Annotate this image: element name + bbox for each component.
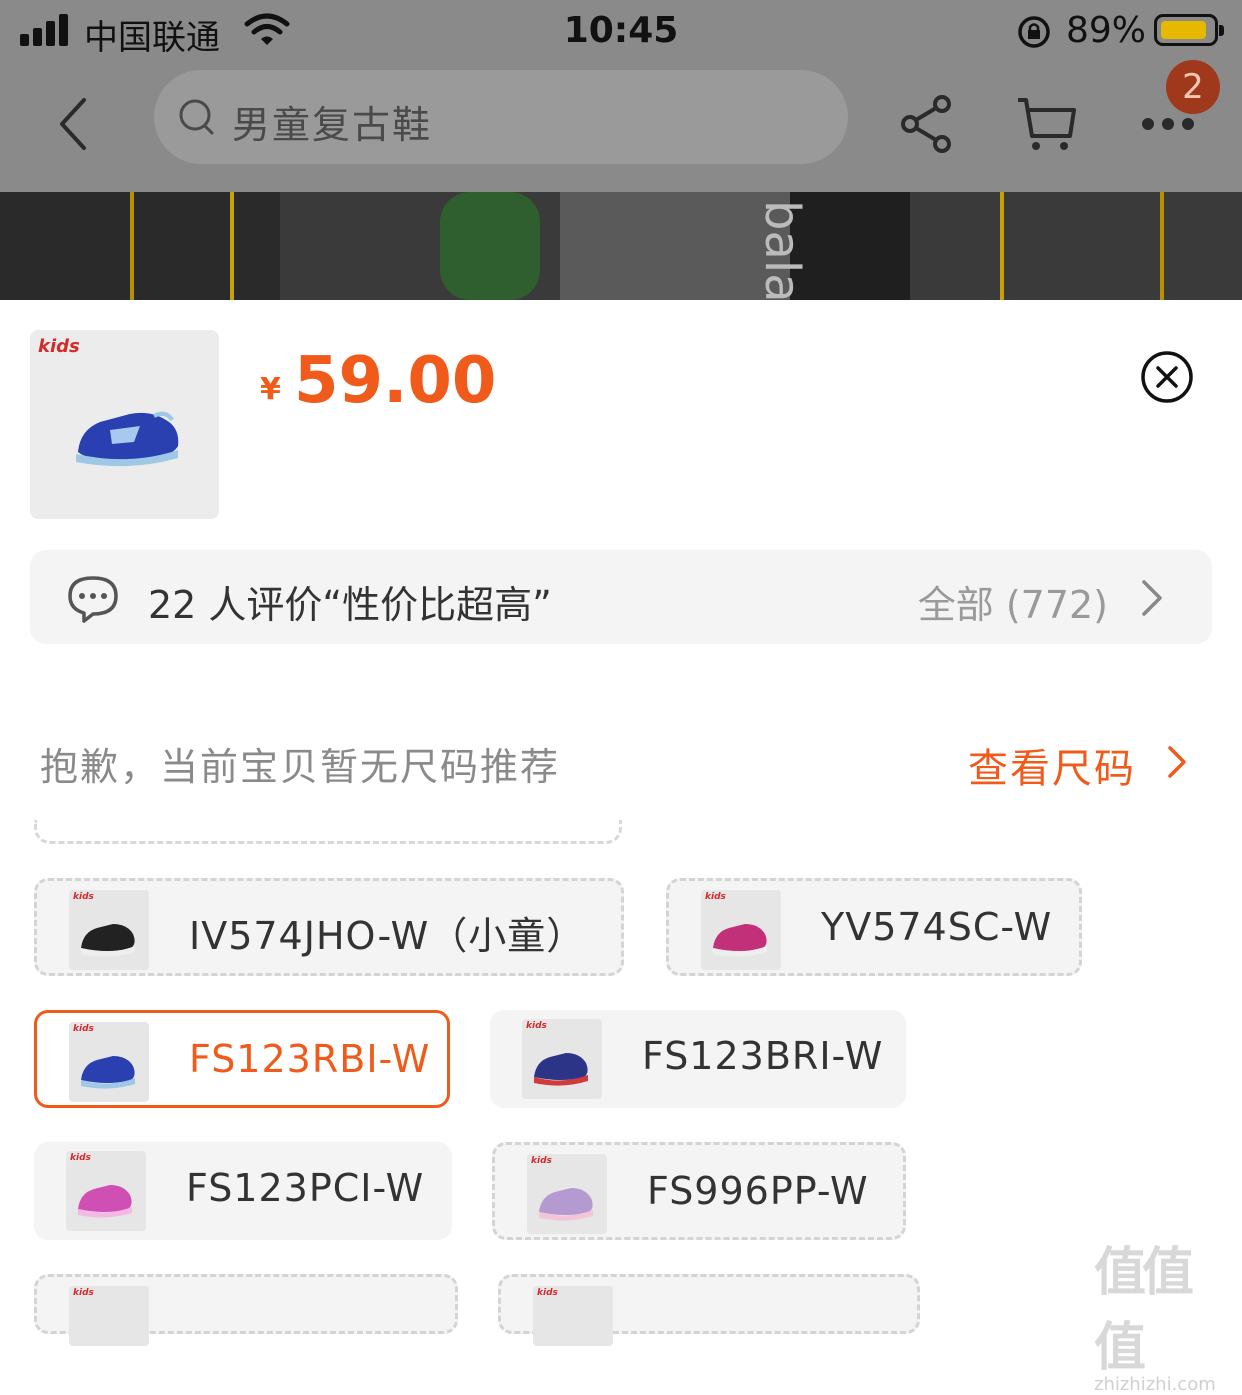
sku-shoe <box>81 1056 135 1083</box>
watermark-url: zhizhizhi.com <box>1094 1374 1216 1395</box>
dimmed-background: 中国联通 10:45 89% 男童复古鞋 2 balanc <box>0 0 1242 300</box>
sku-label: YV574SC-W <box>821 905 1053 949</box>
product-banner-image: balanc <box>0 192 1242 300</box>
view-size-chart-link[interactable]: 查看尺码 <box>968 736 1136 794</box>
sku-shoe <box>713 924 767 951</box>
share-icon[interactable] <box>898 94 956 154</box>
more-icon[interactable] <box>1140 114 1196 134</box>
sku-label: FS123RBI-W <box>189 1037 431 1081</box>
chevron-right-icon <box>1142 580 1162 616</box>
price: 59.00 <box>294 344 497 418</box>
cart-icon[interactable] <box>1014 94 1078 154</box>
sku-shoe <box>78 1185 132 1212</box>
close-icon[interactable] <box>1140 350 1194 404</box>
sku-label: IV574JHO-W（小童） <box>189 914 586 958</box>
sku-thumbnail: kids <box>69 890 149 970</box>
review-summary-text: 22 人评价“性价比超高” <box>148 583 552 627</box>
sku-option[interactable]: kids FS123PCI-W <box>34 1142 452 1240</box>
sku-label: FS123PCI-W <box>186 1166 425 1210</box>
nav-bar: 男童复古鞋 2 <box>0 60 1242 192</box>
sku-shoe <box>81 924 135 951</box>
brand-logo: kids <box>38 336 80 357</box>
rotation-lock-icon <box>1018 16 1050 48</box>
notification-badge: 2 <box>1166 60 1220 114</box>
sku-option[interactable]: kids YV574SC-W <box>666 878 1082 976</box>
sku-thumbnail: kids <box>701 890 781 970</box>
sku-label: FS123BRI-W <box>642 1034 884 1078</box>
sku-thumbnail: kids <box>527 1154 607 1234</box>
sku-option[interactable]: kids IV574JHO-W（小童） <box>34 878 624 976</box>
review-summary-bar[interactable]: 22 人评价“性价比超高” 全部 (772) <box>30 550 1212 644</box>
sku-thumbnail: kids <box>522 1019 602 1099</box>
clock: 10:45 <box>563 10 679 51</box>
sku-option-partial[interactable]: kids <box>34 1274 458 1346</box>
watermark-logo: 值值值 zhizhizhi.com <box>1094 1230 1234 1395</box>
sku-selection-sheet: kids ¥ 59.00 22 人评价“性价比超高” 全部 (772) 抱歉，当… <box>0 300 1242 1346</box>
watermark-text: 值值值 <box>1094 1243 1194 1378</box>
sku-thumbnail: kids <box>69 1022 149 1102</box>
sku-thumbnail: kids <box>66 1151 146 1231</box>
search-input[interactable]: 男童复古鞋 <box>232 94 432 149</box>
back-icon[interactable] <box>52 94 96 154</box>
comment-icon <box>68 576 118 623</box>
sku-shoe <box>539 1188 593 1215</box>
shoe-image <box>76 411 179 467</box>
sku-option-partial[interactable]: kids <box>498 1274 920 1346</box>
battery-icon <box>1154 14 1224 46</box>
banner-brand-text: balanc <box>754 200 810 300</box>
sku-option-selected[interactable]: kids FS123RBI-W <box>34 1010 450 1108</box>
status-bar: 中国联通 10:45 89% <box>0 0 1242 64</box>
review-all-link[interactable]: 全部 (772) <box>918 574 1108 629</box>
sku-shoe <box>534 1053 588 1080</box>
battery-percent: 89% <box>1066 10 1147 51</box>
sku-thumbnail: kids <box>69 1286 149 1346</box>
sku-thumbnail: kids <box>533 1286 613 1346</box>
product-thumbnail[interactable]: kids <box>30 330 219 519</box>
sku-option[interactable]: kids FS996PP-W <box>492 1142 906 1240</box>
size-recommendation-note: 抱歉，当前宝贝暂无尺码推荐 <box>40 745 561 789</box>
sku-option[interactable]: kids FS123BRI-W <box>490 1010 906 1108</box>
chevron-right-icon[interactable] <box>1166 744 1188 780</box>
search-bar[interactable]: 男童复古鞋 <box>154 70 848 164</box>
price-currency: ¥ <box>260 372 281 407</box>
search-icon <box>179 99 214 135</box>
sku-option-partial[interactable] <box>34 820 622 844</box>
battery-fill <box>1161 21 1206 39</box>
sku-label: FS996PP-W <box>647 1169 869 1213</box>
